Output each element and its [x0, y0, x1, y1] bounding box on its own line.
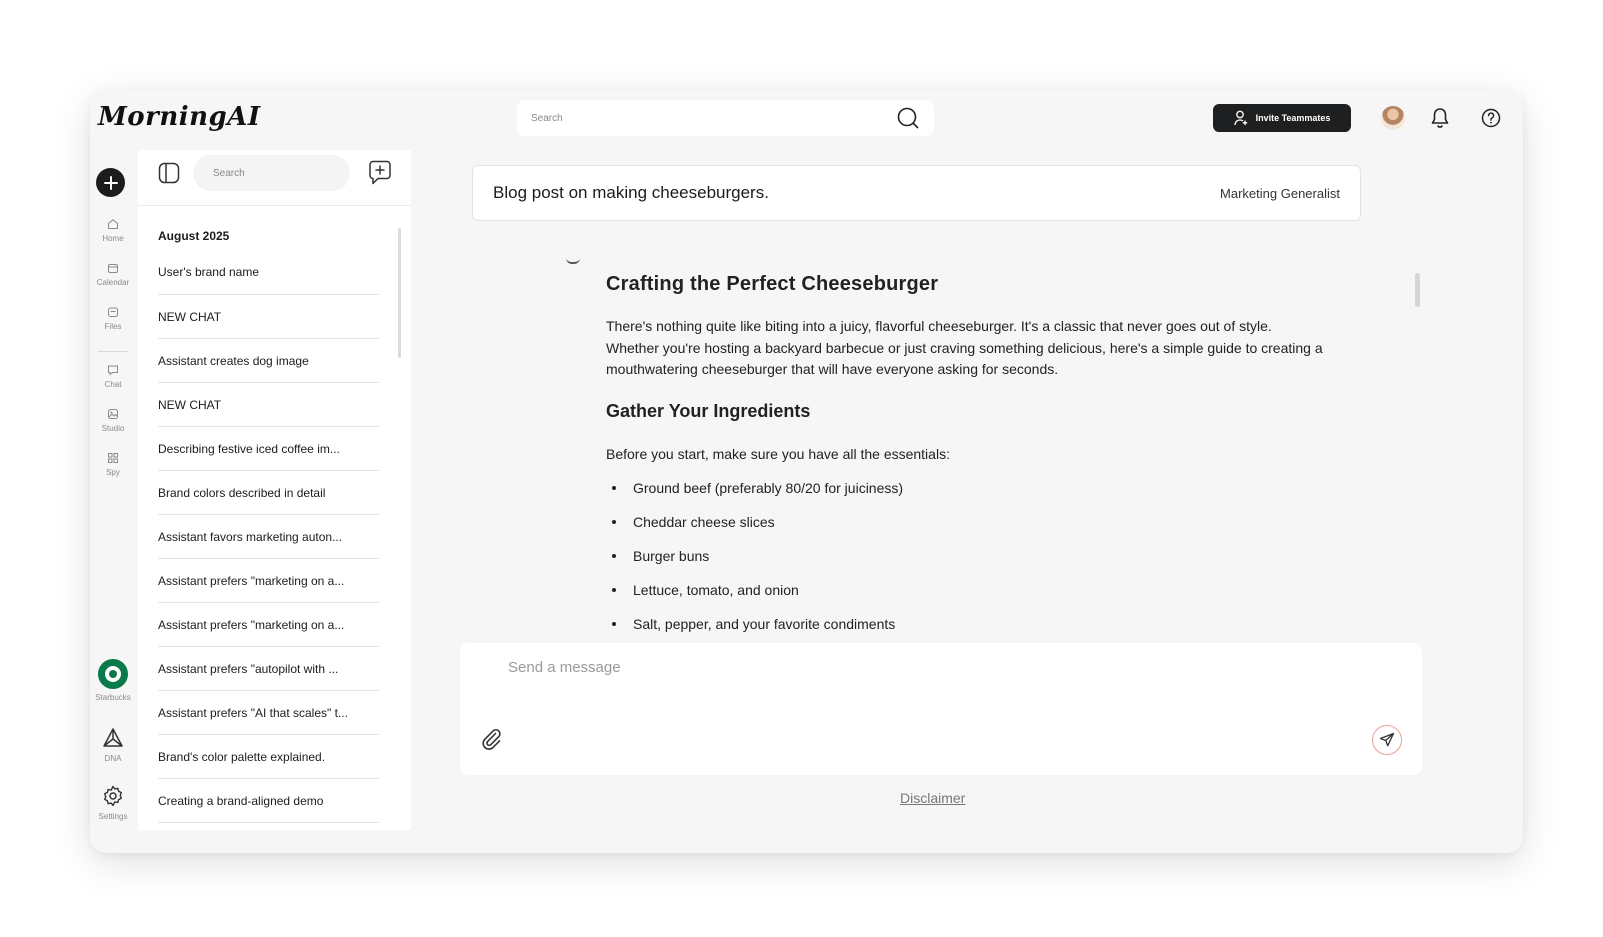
message-composer: [460, 643, 1422, 775]
plus-icon: [103, 175, 118, 190]
history-search-input[interactable]: [213, 167, 345, 179]
chat-history-header: [138, 150, 411, 206]
app-window: MorningAI Invite Teammates Home Calendar…: [90, 90, 1523, 853]
send-button[interactable]: [1372, 725, 1402, 755]
rail-item-calendar[interactable]: Calendar: [90, 262, 136, 287]
message-scrollbar[interactable]: [1415, 273, 1420, 307]
home-icon: [108, 219, 118, 229]
history-month-heading: August 2025: [158, 229, 230, 243]
rail-item-label: Files: [104, 322, 122, 331]
ingredients-list: Ground beef (preferably 80/20 for juicin…: [606, 471, 1326, 641]
send-icon: [1379, 732, 1395, 747]
article-title: Crafting the Perfect Cheeseburger: [606, 273, 939, 295]
list-item: Lettuce, tomato, and onion: [606, 573, 1326, 607]
starbucks-logo-inner: [105, 666, 121, 682]
rail-item-settings[interactable]: Settings: [90, 784, 136, 821]
sidebar-toggle-icon[interactable]: [158, 162, 180, 184]
studio-icon: [108, 409, 118, 419]
calendar-icon: [108, 264, 118, 273]
article-section-title: Gather Your Ingredients: [606, 400, 811, 421]
rail-item-label: Settings: [98, 812, 128, 821]
invite-teammates-button[interactable]: Invite Teammates: [1213, 104, 1351, 132]
rail-item-chat[interactable]: Chat: [90, 364, 136, 389]
starbucks-logo-core: [109, 670, 117, 678]
history-item[interactable]: Creating a brand-aligned demo: [158, 779, 379, 823]
history-item[interactable]: Assistant prefers "marketing on a...: [158, 603, 379, 647]
list-item: Burger buns: [606, 539, 1326, 573]
avatar[interactable]: [1381, 106, 1405, 130]
paperclip-icon[interactable]: [480, 727, 502, 751]
rail-item-label: Home: [102, 234, 124, 243]
rail-item-dna[interactable]: DNA: [90, 726, 136, 763]
history-item[interactable]: NEW CHAT: [158, 383, 379, 427]
list-item: Salt, pepper, and your favorite condimen…: [606, 607, 1326, 641]
assistant-avatar-mark: [566, 258, 580, 264]
rail-item-starbucks[interactable]: Starbucks: [90, 659, 136, 702]
rail-divider: [98, 351, 128, 352]
disclaimer-link[interactable]: Disclaimer: [900, 790, 965, 806]
history-item[interactable]: Brand's color palette explained.: [158, 735, 379, 779]
history-item[interactable]: Brand colors described in detail: [158, 471, 379, 515]
history-item[interactable]: Describing festive iced coffee im...: [158, 427, 379, 471]
top-search-bar[interactable]: [517, 100, 934, 136]
dna-icon: [103, 728, 123, 747]
history-item[interactable]: User's brand name: [158, 250, 379, 295]
article-intro: There's nothing quite like biting into a…: [606, 318, 1323, 377]
rail-item-label: Starbucks: [95, 693, 131, 702]
help-icon[interactable]: [1481, 108, 1501, 128]
article-section-intro: Before you start, make sure you have all…: [606, 445, 950, 462]
rail-item-home[interactable]: Home: [90, 218, 136, 243]
bell-icon[interactable]: [1430, 107, 1450, 129]
rail-item-label: Calendar: [96, 278, 130, 287]
history-item[interactable]: Assistant prefers "AI that scales" t...: [158, 691, 379, 735]
rail-item-label: Chat: [104, 380, 122, 389]
top-search-input[interactable]: [531, 112, 896, 124]
create-new-button[interactable]: [96, 168, 125, 197]
invite-teammates-label: Invite Teammates: [1255, 113, 1331, 123]
chat-topic-card: Blog post on making cheeseburgers. Marke…: [472, 165, 1361, 221]
history-search-bar[interactable]: [193, 155, 350, 191]
chat-topic-title: Blog post on making cheeseburgers.: [493, 183, 769, 202]
history-item[interactable]: Assistant creates dog image: [158, 339, 379, 383]
add-user-icon: [1233, 110, 1247, 126]
search-icon[interactable]: [896, 106, 920, 130]
history-scrollbar[interactable]: [398, 228, 401, 358]
history-item[interactable]: Assistant prefers "marketing on a...: [158, 559, 379, 603]
new-chat-icon[interactable]: [367, 160, 393, 186]
list-item: Cheddar cheese slices: [606, 505, 1326, 539]
assistant-message: Crafting the Perfect Cheeseburger There'…: [606, 273, 1326, 641]
assistant-role-label[interactable]: Marketing Generalist: [1220, 186, 1340, 201]
rail-item-label: DNA: [104, 754, 122, 763]
app-logo[interactable]: MorningAI: [98, 102, 261, 132]
rail-item-files[interactable]: Files: [90, 306, 136, 331]
history-list: User's brand name NEW CHAT Assistant cre…: [158, 250, 379, 823]
message-input[interactable]: [508, 659, 1368, 676]
chat-icon: [108, 365, 118, 376]
list-item: Ground beef (preferably 80/20 for juicin…: [606, 471, 1326, 505]
left-rail: Home Calendar Files Chat Studio Spy Star…: [90, 150, 136, 853]
chat-history-panel: August 2025 User's brand name NEW CHAT A…: [138, 150, 411, 830]
rail-item-spy[interactable]: Spy: [90, 452, 136, 477]
history-item[interactable]: NEW CHAT: [158, 295, 379, 339]
spy-icon: [108, 453, 118, 463]
history-item[interactable]: Assistant prefers "autopilot with ...: [158, 647, 379, 691]
rail-item-studio[interactable]: Studio: [90, 408, 136, 433]
starbucks-logo: [98, 659, 128, 689]
history-item[interactable]: Assistant favors marketing auton...: [158, 515, 379, 559]
rail-item-label: Spy: [106, 468, 120, 477]
rail-item-label: Studio: [101, 424, 125, 433]
files-icon: [108, 307, 118, 317]
gear-icon: [104, 785, 122, 807]
